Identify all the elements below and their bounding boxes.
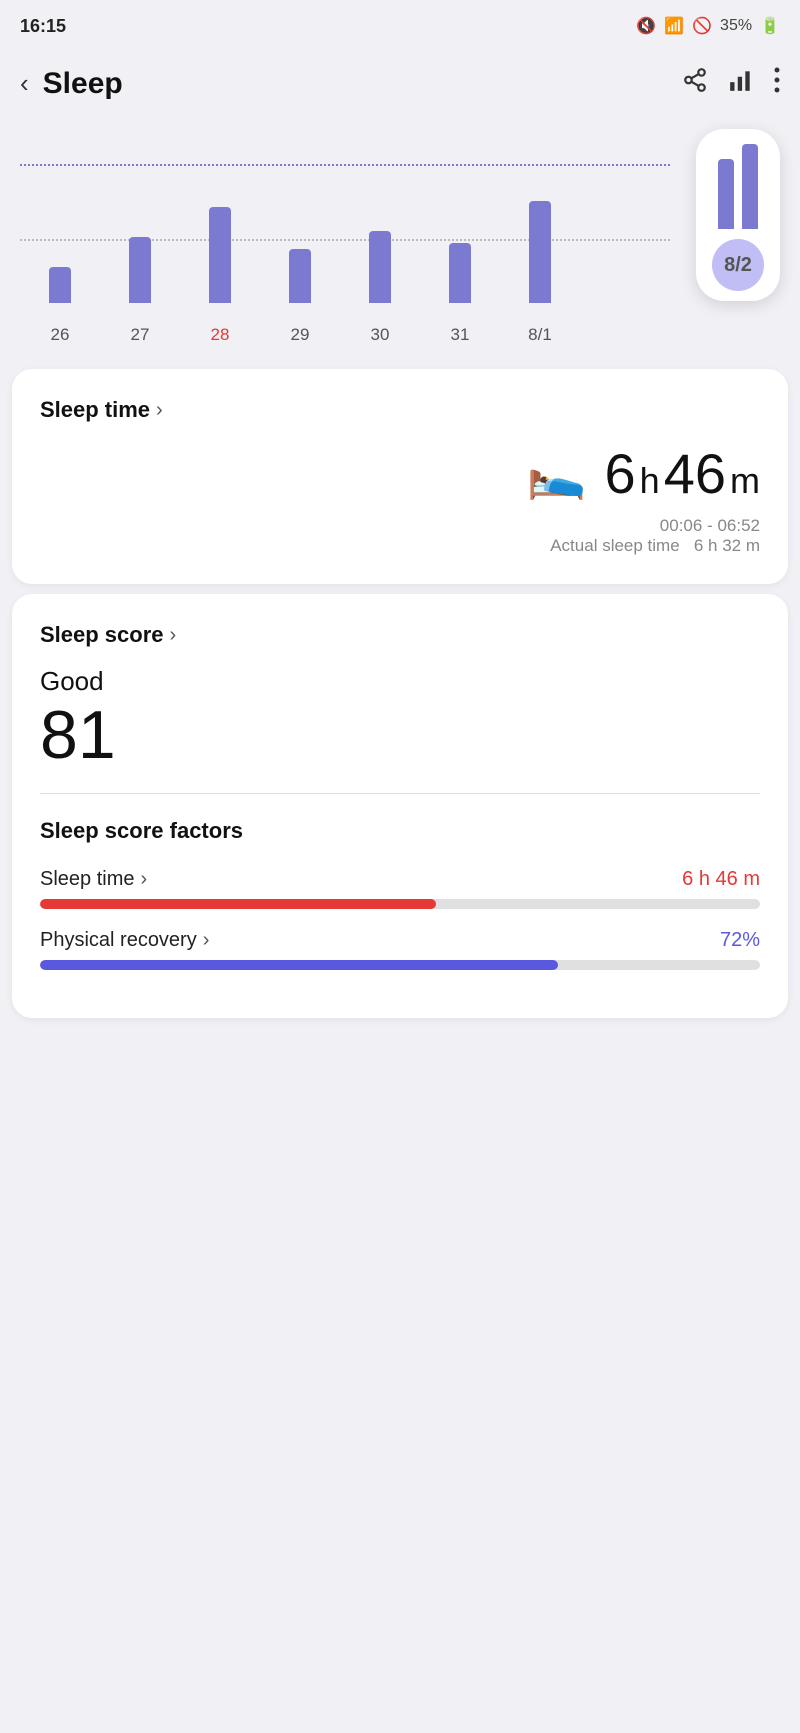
- sleep-time-title-row: Sleep time ›: [40, 397, 760, 423]
- x-label-3: 29: [260, 325, 340, 345]
- sleep-time-chevron[interactable]: ›: [156, 399, 163, 422]
- chart-area: 8 h 26 27 28 29 30: [0, 119, 800, 359]
- x-label-5: 31: [420, 325, 500, 345]
- x-label-1: 27: [100, 325, 180, 345]
- nav-right: [682, 67, 780, 100]
- chart-bar-5: [449, 243, 471, 303]
- sleep-actual-value: 6 h 32 m: [694, 536, 760, 555]
- tooltip-bar-2: [742, 144, 758, 229]
- factor-row-sleep-time: Sleep time › 6 h 46 m: [40, 868, 760, 909]
- factor-value-sleep-time: 6 h 46 m: [682, 868, 760, 891]
- progress-bar-sleep-time-bg: [40, 899, 760, 909]
- status-right: 🔇 📶 🚫 35% 🔋: [636, 16, 780, 36]
- minutes-unit: m: [730, 460, 760, 502]
- factor-name-sleep-time[interactable]: Sleep time ›: [40, 868, 147, 891]
- chart-bar-2: [209, 207, 231, 303]
- share-icon[interactable]: [682, 67, 708, 100]
- hours-unit: h: [640, 460, 660, 502]
- bar-slot-2: [180, 183, 260, 303]
- factors-title: Sleep score factors: [40, 818, 760, 844]
- mute-icon: 🔇: [636, 16, 656, 36]
- score-label: Good: [40, 666, 760, 697]
- tooltip-bar-1: [718, 159, 734, 229]
- factor-header-sleep-time: Sleep time › 6 h 46 m: [40, 868, 760, 891]
- sleep-score-title[interactable]: Sleep score: [40, 622, 164, 648]
- sleep-details: 00:06 - 06:52 Actual sleep time 6 h 32 m: [40, 516, 760, 556]
- factor-header-physical-recovery: Physical recovery › 72%: [40, 929, 760, 952]
- tooltip-date[interactable]: 8/2: [712, 239, 764, 291]
- sleep-time-title[interactable]: Sleep time: [40, 397, 150, 423]
- sleep-hours: 6: [605, 441, 636, 506]
- factor-name-physical-recovery[interactable]: Physical recovery ›: [40, 929, 209, 952]
- factor-chevron-sleep-time[interactable]: ›: [141, 868, 148, 891]
- sleep-score-chevron[interactable]: ›: [170, 624, 177, 647]
- x-label-6: 8/1: [500, 325, 580, 345]
- factor-row-physical-recovery: Physical recovery › 72%: [40, 929, 760, 970]
- factor-label-sleep-time: Sleep time: [40, 868, 135, 891]
- x-label-7: [580, 325, 660, 345]
- stats-icon[interactable]: [728, 67, 754, 100]
- tooltip-bars: [718, 139, 758, 229]
- sleep-time-range: 00:06 - 06:52: [40, 516, 760, 536]
- chart-dotted-top: [20, 164, 670, 166]
- signal-blocked-icon: 🚫: [692, 16, 712, 36]
- sleep-actual-label: Actual sleep time: [550, 536, 679, 555]
- progress-bar-physical-recovery-fill: [40, 960, 558, 970]
- factor-value-physical-recovery: 72%: [720, 929, 760, 952]
- bar-slot-1: [100, 183, 180, 303]
- nav-left: ‹ Sleep: [16, 64, 123, 103]
- bar-slot-0: [20, 183, 100, 303]
- progress-bar-physical-recovery-bg: [40, 960, 760, 970]
- x-label-0: 26: [20, 325, 100, 345]
- page-title: Sleep: [43, 67, 123, 101]
- chart-bar-6: [529, 201, 551, 303]
- chart-bar-3: [289, 249, 311, 303]
- battery-icon: 🔋: [760, 16, 780, 36]
- battery-text: 35%: [720, 17, 752, 35]
- bar-slot-7: [580, 183, 660, 303]
- sleep-score-title-row: Sleep score ›: [40, 622, 760, 648]
- more-icon[interactable]: [774, 67, 780, 100]
- top-nav: ‹ Sleep: [0, 48, 800, 119]
- chart-bars: [20, 183, 660, 303]
- chart-x-labels: 26 27 28 29 30 31 8/1: [20, 325, 660, 345]
- bar-slot-6: [500, 183, 580, 303]
- bar-slot-4: [340, 183, 420, 303]
- factor-label-physical-recovery: Physical recovery: [40, 929, 197, 952]
- sleep-actual: Actual sleep time 6 h 32 m: [40, 536, 760, 556]
- sleep-icon: 🛌: [527, 445, 587, 502]
- chart-bar-1: [129, 237, 151, 303]
- sleep-time-display: 🛌 6 h 46 m: [40, 441, 760, 506]
- bar-slot-3: [260, 183, 340, 303]
- progress-bar-sleep-time-fill: [40, 899, 436, 909]
- sleep-score-card: Sleep score › Good 81 Sleep score factor…: [12, 594, 788, 1018]
- sleep-duration: 6 h 46 m: [605, 441, 760, 506]
- score-number: 81: [40, 701, 760, 769]
- chart-tooltip: 8/2: [696, 129, 780, 301]
- sleep-time-card: Sleep time › 🛌 6 h 46 m 00:06 - 06:52 Ac…: [12, 369, 788, 584]
- chart-bar-0: [49, 267, 71, 303]
- divider: [40, 793, 760, 794]
- sleep-minutes: 46: [664, 441, 726, 506]
- status-time: 16:15: [20, 16, 66, 37]
- status-bar: 16:15 🔇 📶 🚫 35% 🔋: [0, 0, 800, 48]
- back-button[interactable]: ‹: [16, 64, 33, 103]
- bar-slot-5: [420, 183, 500, 303]
- x-label-2: 28: [180, 325, 260, 345]
- factor-chevron-physical-recovery[interactable]: ›: [203, 929, 210, 952]
- x-label-4: 30: [340, 325, 420, 345]
- wifi-icon: 📶: [664, 16, 684, 36]
- chart-bar-4: [369, 231, 391, 303]
